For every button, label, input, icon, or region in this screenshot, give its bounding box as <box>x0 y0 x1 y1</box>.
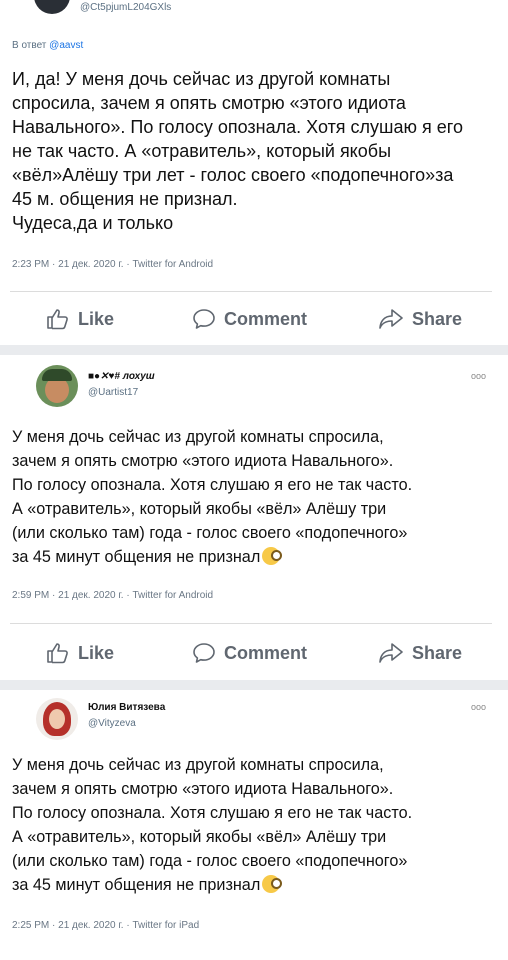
share-arrow-icon <box>378 308 404 330</box>
like-label: Like <box>78 642 115 663</box>
author-handle[interactable]: @Ct5pjumL204GXls <box>80 2 171 13</box>
avatar[interactable] <box>34 0 70 14</box>
reply-to-label: В ответ <box>12 40 47 51</box>
tweet-text: У меня дочь сейчас из другой комнаты спр… <box>12 753 496 897</box>
like-button[interactable]: Like <box>46 304 114 334</box>
share-arrow-icon <box>378 642 404 664</box>
divider <box>10 623 492 624</box>
share-button[interactable]: Share <box>378 638 462 668</box>
author-name[interactable]: Юлия Витязева <box>88 702 165 713</box>
tweet-text-content: У меня дочь сейчас из другой комнаты спр… <box>12 428 413 566</box>
thumbs-up-icon <box>46 308 70 330</box>
post-separator <box>0 680 508 690</box>
tweet-meta: 2:25 PM · 21 дек. 2020 г. · Twitter for … <box>12 920 200 931</box>
speech-bubble-icon <box>192 642 216 664</box>
tweet-text-content: У меня дочь сейчас из другой комнаты спр… <box>12 756 413 894</box>
comment-button[interactable]: Comment <box>192 304 307 334</box>
action-bar: Like Comment Share <box>0 304 508 334</box>
avatar-face <box>49 709 65 729</box>
share-label: Share <box>412 642 463 663</box>
tweet-text: У меня дочь сейчас из другой комнаты спр… <box>12 425 496 569</box>
more-options-icon[interactable]: ooo <box>471 371 486 381</box>
tweet-card-3: Юлия Витязева @Vityzeva ooo У меня дочь … <box>0 690 508 960</box>
author-name[interactable]: ■●✕♥# лохуш <box>88 371 155 382</box>
avatar[interactable] <box>36 698 78 740</box>
divider <box>10 291 492 292</box>
reply-to: В ответ @aavst <box>12 40 83 51</box>
reply-to-user-link[interactable]: @aavst <box>49 40 83 51</box>
face-with-monocle-emoji <box>262 547 283 565</box>
comment-label: Comment <box>224 642 308 663</box>
tweet-meta: 2:59 PM · 21 дек. 2020 г. · Twitter for … <box>12 590 214 601</box>
avatar[interactable] <box>36 365 78 407</box>
face-with-monocle-emoji <box>262 875 283 893</box>
share-label: Share <box>412 308 463 329</box>
like-button[interactable]: Like <box>46 638 114 668</box>
action-bar: Like Comment Share <box>0 638 508 668</box>
avatar-cap <box>42 369 72 381</box>
author-handle[interactable]: @Uartist17 <box>88 387 138 398</box>
more-options-icon[interactable]: ooo <box>471 702 486 712</box>
tweet-meta: 2:23 PM · 21 дек. 2020 г. · Twitter for … <box>12 259 214 270</box>
share-button[interactable]: Share <box>378 304 462 334</box>
tweet-card-2: ■●✕♥# лохуш @Uartist17 ooo У меня дочь с… <box>0 355 508 675</box>
thumbs-up-icon <box>46 642 70 664</box>
comment-button[interactable]: Comment <box>192 638 307 668</box>
tweet-text: И, да! У меня дочь сейчас из другой комн… <box>12 69 463 233</box>
like-label: Like <box>78 308 115 329</box>
speech-bubble-icon <box>192 308 216 330</box>
post-separator <box>0 345 508 355</box>
tweet-card-1: @Ct5pjumL204GXls В ответ @aavst И, да! У… <box>0 0 508 340</box>
comment-label: Comment <box>224 308 308 329</box>
author-handle[interactable]: @Vityzeva <box>88 718 136 729</box>
